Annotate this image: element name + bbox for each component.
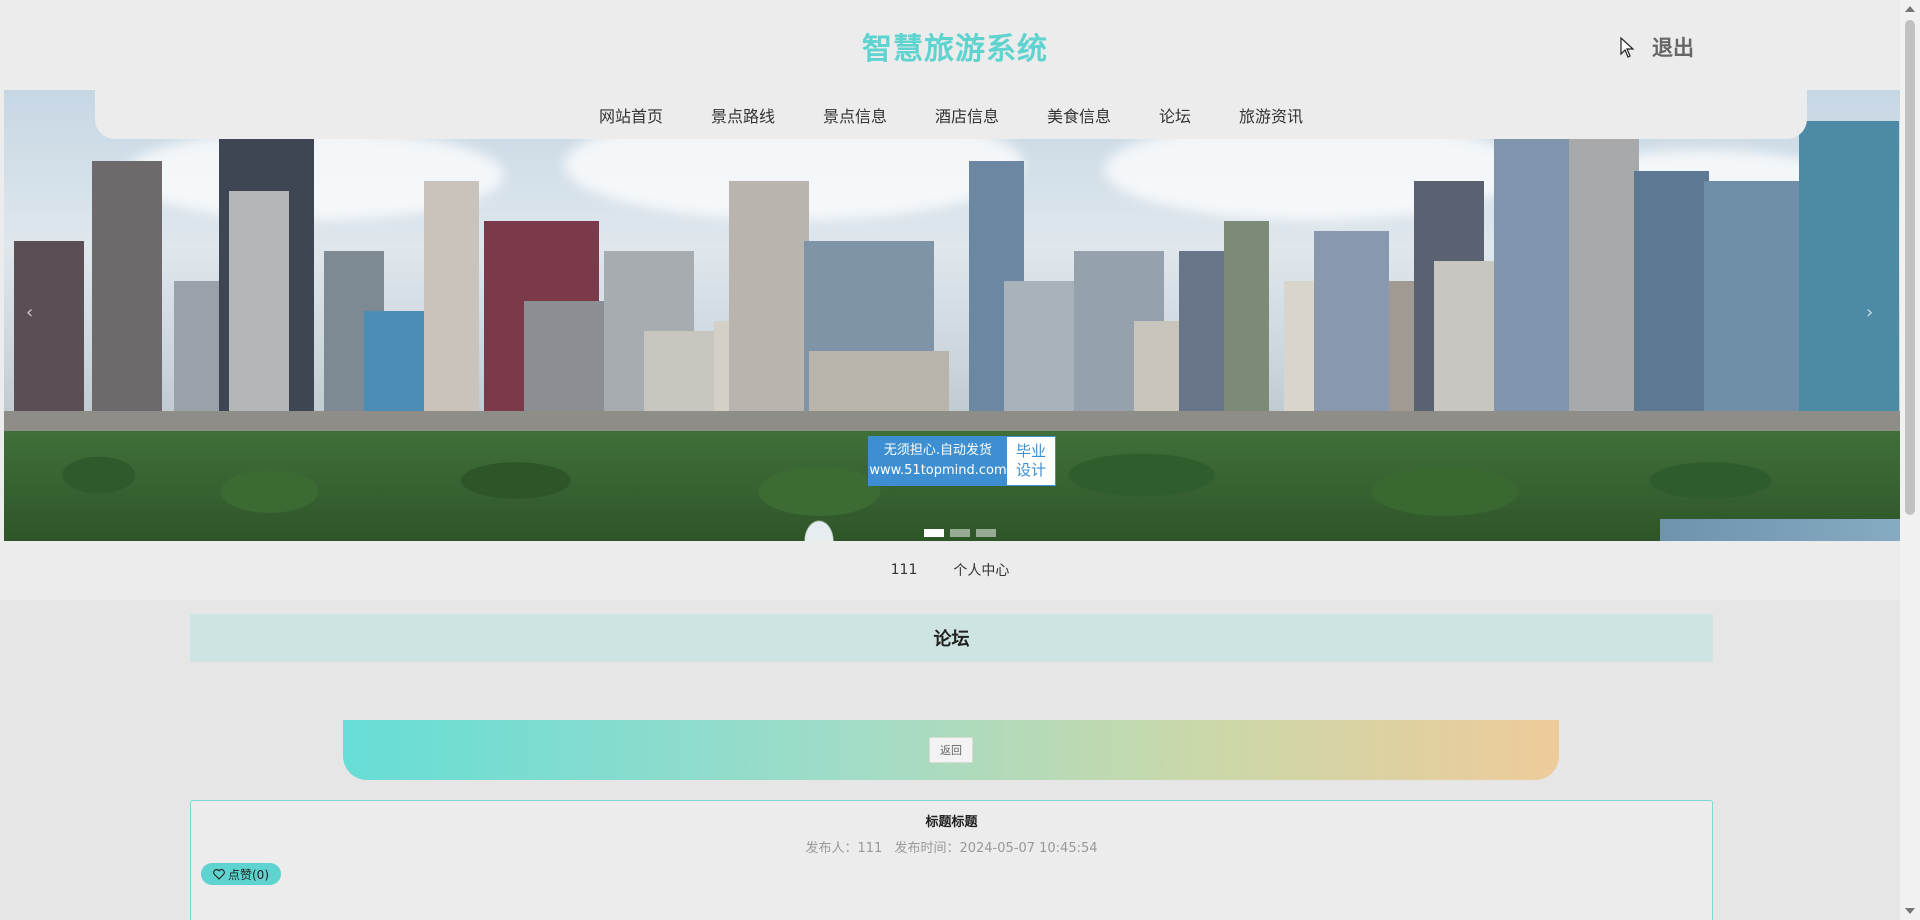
chevron-right-icon[interactable]: › xyxy=(1866,302,1873,323)
scroll-down-icon[interactable] xyxy=(1905,908,1915,914)
personal-center-link[interactable]: 个人中心 xyxy=(953,560,1009,580)
carousel-dot[interactable] xyxy=(924,529,944,537)
post-title: 标题标题 xyxy=(925,815,978,830)
nav-item-routes[interactable]: 景点路线 xyxy=(711,103,775,127)
back-button[interactable]: 返回 xyxy=(929,737,973,763)
heart-icon xyxy=(213,868,225,880)
nav-item-attractions[interactable]: 景点信息 xyxy=(823,103,887,127)
post-author: 发布人：111 xyxy=(805,841,883,856)
nav-item-hotels[interactable]: 酒店信息 xyxy=(935,103,999,127)
username-link[interactable]: 111 xyxy=(891,562,918,578)
mouse-cursor-icon xyxy=(1620,37,1635,58)
watermark-right1: 毕业 xyxy=(1015,442,1046,460)
nav-item-home[interactable]: 网站首页 xyxy=(599,103,663,127)
like-button[interactable]: 点赞(0) xyxy=(201,863,281,885)
watermark-line2: www.51topmind.com xyxy=(869,463,1007,478)
post-time: 发布时间：2024-05-07 10:45:54 xyxy=(894,841,1098,856)
logout-button[interactable]: 退出 xyxy=(1652,32,1694,62)
watermark-right2: 设计 xyxy=(1015,461,1046,479)
user-subnav: 111 个人中心 xyxy=(0,541,1900,599)
banner-carousel[interactable]: 无须担心.自动发货 www.51topmind.com 毕业 设计 ‹ › xyxy=(4,90,1900,541)
carousel-dot[interactable] xyxy=(976,529,996,537)
main-nav: 网站首页 景点路线 景点信息 酒店信息 美食信息 论坛 旅游资讯 xyxy=(95,90,1807,139)
fountain xyxy=(794,471,844,541)
scroll-up-icon[interactable] xyxy=(1905,6,1915,12)
chevron-left-icon[interactable]: ‹ xyxy=(26,302,33,323)
watermark-line1: 无须担心.自动发货 xyxy=(883,443,993,458)
lake-water xyxy=(1660,519,1900,541)
page-scrollbar[interactable] xyxy=(1900,0,1920,920)
post-meta: 发布人：111 发布时间：2024-05-07 10:45:54 xyxy=(191,837,1712,856)
watermark-right: 毕业 设计 xyxy=(1007,437,1055,485)
nav-item-news[interactable]: 旅游资讯 xyxy=(1239,103,1303,127)
page: 智慧旅游系统 退出 无须担心.自动发货 www.51topmind.com 毕业… xyxy=(0,0,1920,920)
section-title: 论坛 xyxy=(190,614,1713,662)
nav-item-forum[interactable]: 论坛 xyxy=(1159,103,1191,127)
action-bar: 返回 xyxy=(343,720,1559,780)
scroll-thumb[interactable] xyxy=(1905,20,1915,515)
carousel-dots xyxy=(924,529,996,537)
post-card: 标题标题 发布人：111 发布时间：2024-05-07 10:45:54 点赞… xyxy=(190,800,1713,920)
watermark-left: 无须担心.自动发货 www.51topmind.com xyxy=(869,437,1007,485)
like-label: 点赞(0) xyxy=(228,867,269,882)
watermark-badge: 无须担心.自动发货 www.51topmind.com 毕业 设计 xyxy=(868,436,1056,486)
nav-item-food[interactable]: 美食信息 xyxy=(1047,103,1111,127)
carousel-dot[interactable] xyxy=(950,529,970,537)
